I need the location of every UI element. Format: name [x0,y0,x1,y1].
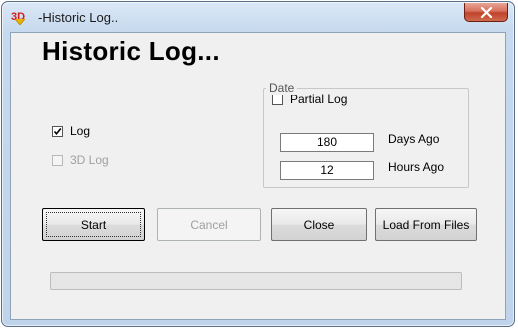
start-button[interactable]: Start [42,208,145,241]
close-icon [480,7,493,18]
close-button-label: Close [303,217,335,232]
page-title: Historic Log... [42,36,220,66]
3d-log-label: 3D Log [70,153,109,167]
days-ago-input[interactable]: 180 [280,133,374,152]
close-window-button[interactable] [464,3,508,22]
load-from-files-button[interactable]: Load From Files [375,208,477,241]
3d-log-option[interactable]: 3D Log [52,153,109,167]
3d-log-checkbox[interactable] [52,154,63,166]
hours-ago-label: Hours Ago [388,160,445,174]
date-group-label: Date [266,81,298,95]
cancel-button-label: Cancel [190,217,228,232]
load-from-files-button-label: Load From Files [382,217,470,232]
hours-ago-input[interactable]: 12 [280,161,374,180]
close-button[interactable]: Close [271,208,367,241]
days-ago-label: Days Ago [388,132,440,146]
3d-app-icon: 3D [11,9,29,26]
log-checkbox[interactable] [52,125,63,137]
log-label: Log [70,124,91,138]
cancel-button[interactable]: Cancel [157,208,261,241]
title-bar[interactable]: 3D -Historic Log.. [2,2,514,32]
window-title: -Historic Log.. [38,10,119,25]
log-option[interactable]: Log [52,124,90,138]
focus-ring [46,212,141,237]
checkmark-icon [53,127,62,135]
progress-bar [50,272,462,290]
